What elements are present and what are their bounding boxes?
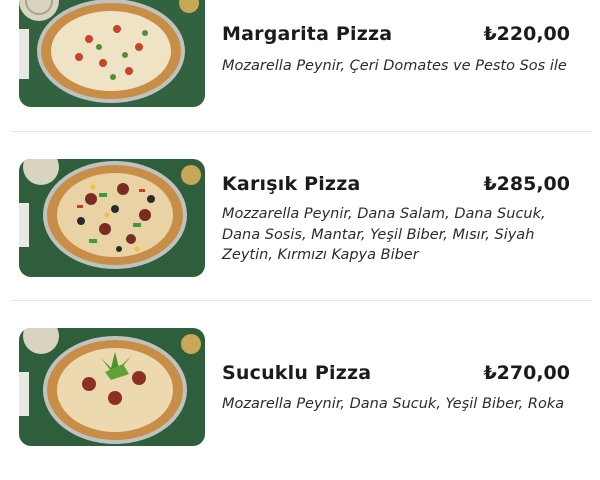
sucuk-pizza-photo [19,328,205,446]
margarita-pizza-photo [19,0,205,107]
mixed-pizza-photo [19,159,205,277]
menu-list: Margarita Pizza ₺220,00 Mozarella Peynir… [0,0,600,446]
item-name: Karışık Pizza [222,173,361,195]
menu-item-karisik-pizza[interactable]: Karışık Pizza ₺285,00 Mozzarella Peynir,… [0,150,600,310]
item-name: Sucuklu Pizza [222,362,372,384]
item-price: ₺220,00 [483,23,570,45]
item-price: ₺285,00 [483,173,570,195]
divider [12,131,592,132]
item-description: Mozarella Peynir, Dana Sucuk, Yeşil Bibe… [222,396,565,412]
item-description: Mozarella Peynir, Çeri Domates ve Pesto … [222,58,567,74]
pizza-image[interactable] [19,159,205,277]
pizza-image[interactable] [19,328,205,446]
menu-item-margarita-pizza[interactable]: Margarita Pizza ₺220,00 Mozarella Peynir… [0,0,600,160]
menu-item-sucuklu-pizza[interactable]: Sucuklu Pizza ₺270,00 Mozarella Peynir, … [0,320,600,480]
item-price: ₺270,00 [483,362,570,384]
divider [12,300,592,301]
pizza-image[interactable] [19,0,205,107]
item-description: Mozzarella Peynir, Dana Salam, Dana Sucu… [222,206,546,263]
item-name: Margarita Pizza [222,23,393,45]
